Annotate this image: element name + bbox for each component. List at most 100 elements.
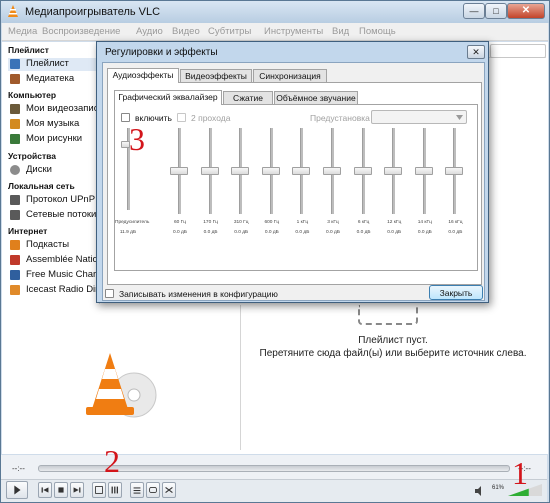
band-frequency-label: 310 Гц (233, 220, 249, 225)
tab-video-effects[interactable]: Видеоэффекты (180, 69, 252, 83)
sidebar-item-label: Free Music Charts (26, 269, 100, 280)
tab-audio-effects[interactable]: Аудиоэффекты (107, 68, 179, 83)
music-folder-icon (10, 119, 20, 129)
subtab-compressor[interactable]: Сжатие (223, 91, 273, 105)
band-slider[interactable] (261, 167, 280, 175)
next-button[interactable] (70, 482, 84, 498)
dialog-close-action-button[interactable]: Закрыть (429, 285, 483, 300)
subtab-spatializer[interactable]: Объёмное звучание (274, 91, 358, 105)
sidebar-item-label: Мои рисунки (26, 133, 83, 144)
sidebar-item-label: Моя музыка (26, 118, 80, 129)
disc-icon (10, 165, 20, 175)
playlist-view[interactable] (240, 305, 546, 450)
band-frequency-label: 6 кГц (357, 220, 370, 225)
band-frequency-label: 14 кГц (417, 220, 432, 225)
play-icon (14, 485, 21, 495)
menu-playback[interactable]: Воспроизведение (42, 26, 120, 37)
network-icon (10, 195, 20, 205)
band-value-label: 0.0 дБ (295, 230, 310, 235)
icecast-icon (10, 285, 20, 295)
sidebar-item-label: Icecast Radio Directory (26, 284, 99, 295)
fullscreen-icon (95, 486, 103, 494)
tab-synchronization[interactable]: Синхронизация (253, 69, 327, 83)
band-slider[interactable] (231, 167, 250, 175)
band-frequency-label: 16 кГц (448, 220, 463, 225)
band-slider[interactable] (292, 167, 311, 175)
close-button[interactable]: ✕ (507, 3, 545, 19)
band-frequency-label: 3 кГц (327, 220, 339, 225)
sidebar: Плейлист Плейлист Медиатека Компьютер Мо… (4, 42, 100, 304)
save-config-checkbox[interactable] (105, 289, 114, 298)
band-frequency-label: 60 Гц (173, 220, 186, 225)
speaker-icon[interactable] (474, 486, 486, 496)
band-slider[interactable] (414, 167, 433, 175)
window-title: Медиапроигрыватель VLC (25, 6, 161, 18)
sidebar-item-upnp[interactable]: Протокол UPnP (8, 194, 99, 207)
sidebar-section-devices: Устройства (8, 151, 56, 161)
sidebar-item-library[interactable]: Медиатека (8, 73, 99, 86)
band-slider[interactable] (323, 167, 341, 175)
band-slider[interactable] (445, 167, 464, 175)
sidebar-item-label: Мои видеозаписи (26, 103, 100, 114)
sidebar-item-label: Сетевые потоки (SAP) (26, 209, 99, 220)
sidebar-item-label: Плейлист (26, 58, 69, 69)
band-value-label: 0.0 дБ (387, 230, 402, 235)
sidebar-item-label: Протокол UPnP (26, 194, 96, 205)
band-value-label: 0.0 дБ (173, 230, 187, 235)
stop-button[interactable] (54, 482, 68, 498)
sidebar-item-pictures[interactable]: Мои рисунки (8, 133, 99, 146)
equalizer-icon (111, 486, 118, 494)
sidebar-section-computer: Компьютер (8, 90, 57, 100)
band-value-label: 0.0 дБ (234, 230, 249, 235)
music-charts-icon (10, 270, 20, 280)
sidebar-item-music[interactable]: Моя музыка (8, 118, 99, 131)
sidebar-section-playlist: Плейлист (8, 45, 49, 55)
loop-button[interactable] (146, 482, 160, 498)
sidebar-item-playlist[interactable]: Плейлист (8, 58, 99, 71)
stop-icon (58, 487, 64, 493)
playlist-icon (10, 59, 20, 69)
menu-media[interactable]: Медиа (8, 26, 37, 37)
podcast-icon (10, 240, 20, 250)
dialog-close-button[interactable]: ✕ (467, 45, 485, 59)
preset-select[interactable] (371, 110, 467, 124)
playlist-search-input[interactable] (490, 44, 546, 58)
vlc-cone-art-icon (86, 353, 157, 418)
sidebar-item-label: Диски (26, 164, 52, 175)
pictures-folder-icon (10, 134, 20, 144)
maximize-button[interactable]: □ (485, 3, 507, 19)
sidebar-item-videos[interactable]: Мои видеозаписи (8, 103, 100, 116)
sidebar-item-sap[interactable]: Сетевые потоки (SAP) (8, 209, 99, 222)
subtab-graphic-equalizer[interactable]: Графический эквалайзер (114, 90, 222, 105)
menu-help[interactable]: Помощь (359, 26, 396, 37)
previous-button[interactable] (38, 482, 52, 498)
fullscreen-button[interactable] (92, 482, 106, 498)
shuffle-button[interactable] (162, 482, 176, 498)
sidebar-item-music-charts[interactable]: Free Music Charts (8, 269, 100, 282)
minimize-button[interactable]: — (463, 3, 485, 19)
band-slider[interactable] (200, 167, 219, 175)
playlist-toggle-button[interactable] (130, 482, 144, 498)
save-config-label: Записывать изменения в конфигурацию (119, 289, 278, 299)
play-button[interactable] (6, 481, 28, 499)
band-slider[interactable] (384, 167, 403, 175)
band-value-label: 0.0 дБ (203, 230, 218, 235)
sidebar-item-podcasts[interactable]: Подкасты (8, 239, 99, 252)
menu-video[interactable]: Видео (172, 26, 200, 37)
menu-view[interactable]: Вид (332, 26, 349, 37)
elapsed-time: --:-- (12, 464, 25, 473)
two-pass-checkbox[interactable] (177, 113, 186, 122)
menu-tools[interactable]: Инструменты (264, 26, 323, 37)
extended-settings-button[interactable] (108, 482, 122, 498)
menu-audio[interactable]: Аудио (136, 26, 163, 37)
loop-icon (149, 487, 157, 493)
sidebar-item-icecast[interactable]: Icecast Radio Directory (8, 284, 99, 297)
network-streams-icon (10, 210, 20, 220)
dialog-title: Регулировки и эффекты (105, 47, 218, 58)
sidebar-item-assemblee[interactable]: Assemblée Nationale (8, 254, 99, 267)
band-slider[interactable] (353, 167, 372, 175)
menu-subtitles[interactable]: Субтитры (208, 26, 251, 37)
sidebar-section-internet: Интернет (8, 226, 48, 236)
sidebar-item-discs[interactable]: Диски (8, 164, 99, 177)
band-slider[interactable] (170, 167, 188, 175)
